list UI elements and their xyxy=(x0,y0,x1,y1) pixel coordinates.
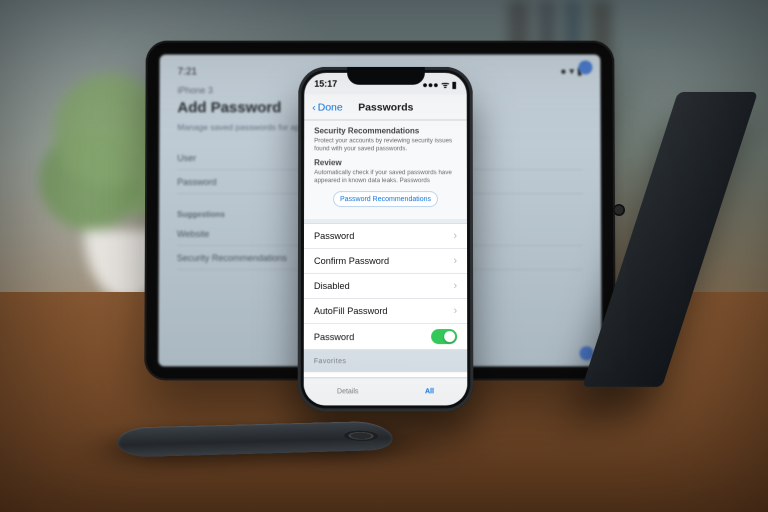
chevron-right-icon: › xyxy=(453,255,457,267)
nav-title: Passwords xyxy=(313,101,459,113)
desc-text-2: Automatically check if your saved passwo… xyxy=(314,169,457,186)
description-block: Security Recommendations Protect your ac… xyxy=(304,120,467,219)
settings-row-autofill[interactable]: AutoFill Password › xyxy=(304,299,467,324)
iphone-status-icons: ●●● ᯤ ▮ xyxy=(422,77,456,90)
row-label: Disabled xyxy=(314,281,350,291)
ipad-home-button[interactable] xyxy=(613,204,625,216)
chevron-right-icon: › xyxy=(453,305,457,317)
iphone-notch xyxy=(347,67,425,85)
ipad-action-dot[interactable] xyxy=(578,61,592,75)
chevron-right-icon: › xyxy=(453,230,457,242)
recommendations-pill[interactable]: Password Recommendations xyxy=(333,192,438,208)
settings-group: Password › Confirm Password › Disabled ›… xyxy=(304,223,467,350)
iphone-screen: 15:17 ●●● ᯤ ▮ ‹ Done Passwords Security … xyxy=(304,73,468,406)
toggle-switch[interactable] xyxy=(431,330,457,345)
tab-details[interactable]: Details xyxy=(337,388,358,395)
recommendations-pill-label: Password Recommendations xyxy=(340,196,431,203)
iphone-device: 15:17 ●●● ᯤ ▮ ‹ Done Passwords Security … xyxy=(298,67,474,412)
iphone-navbar: ‹ Done Passwords xyxy=(304,95,467,121)
settings-row-password[interactable]: Password › xyxy=(304,224,467,249)
row-label: Password xyxy=(314,231,354,241)
tab-bar: Details All xyxy=(304,377,468,405)
row-label: AutoFill Password xyxy=(314,306,388,316)
desc-heading: Security Recommendations xyxy=(314,126,457,135)
desc-heading-2: Review xyxy=(314,158,457,167)
row-label: Confirm Password xyxy=(314,256,389,266)
desc-text: Protect your accounts by reviewing secur… xyxy=(314,137,457,154)
row-label: Password xyxy=(314,332,354,342)
settings-row-toggle[interactable]: Password xyxy=(304,324,467,349)
group-label-favorites: Favorites xyxy=(304,351,468,368)
iphone-status-time: 15:17 xyxy=(314,79,337,89)
settings-row-disabled[interactable]: Disabled › xyxy=(304,274,467,299)
chevron-right-icon: › xyxy=(453,280,457,292)
tab-all[interactable]: All xyxy=(425,388,434,395)
settings-row-confirm[interactable]: Confirm Password › xyxy=(304,249,467,274)
ipad-status-time: 7:21 xyxy=(178,66,197,77)
